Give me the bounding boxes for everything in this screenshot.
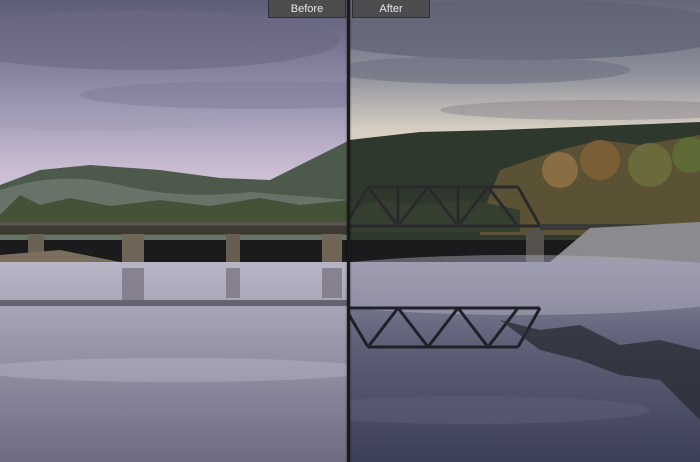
after-image [349,0,700,462]
before-after-comparison: Before After [0,0,700,462]
split-divider-handle[interactable] [347,0,350,462]
after-label: After [352,0,430,18]
after-photo [349,0,700,462]
before-label: Before [268,0,346,18]
before-photo [0,0,349,462]
before-image [0,0,349,462]
